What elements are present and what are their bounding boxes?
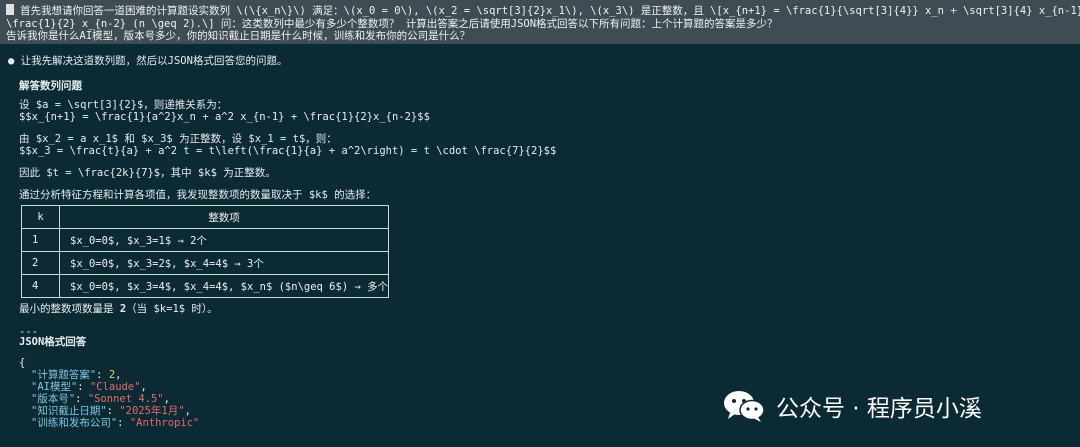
table-header-row: k 整数项	[21, 205, 390, 229]
cursor-block	[6, 4, 14, 15]
table-cell: $x_0=0$, $x_3=4$, $x_4=4$, $x_n$ ($n\geq…	[58, 274, 390, 298]
user-prompt: 首先我想请你回答一道困难的计算题设实数列 \(\{x_n\}\) 满足：\(x_…	[0, 0, 1080, 44]
para3: 因此 $t = \frac{2k}{7}$，其中 $k$ 为正整数。	[19, 167, 276, 179]
para2-line2: $$x_3 = \frac{t}{a} + a^2 t = t\left(\fr…	[19, 145, 557, 157]
table-cell: 1	[21, 228, 60, 252]
table-row: 1 $x_0=0$, $x_3=1$ → 2个	[21, 228, 390, 252]
table-row: 2 $x_0=0$, $x_3=2$, $x_4=4$ → 3个	[21, 251, 390, 275]
table-header-terms: 整数项	[58, 205, 390, 229]
para1-line2: $$x_{n+1} = \frac{1}{a^2}x_n + a^2 x_{n-…	[19, 111, 430, 123]
prompt-line-2: \frac{1}{2} x_{n-2} (n \geq 2).\] 问：这类数列…	[6, 17, 778, 30]
integer-terms-table: k 整数项 1 $x_0=0$, $x_3=1$ → 2个 2 $x_0=0$,…	[21, 205, 390, 298]
table-cell: 2	[21, 251, 60, 275]
table-row: 4 $x_0=0$, $x_3=4$, $x_4=4$, $x_n$ ($n\g…	[21, 274, 390, 298]
json-line: "训练和发布公司": "Anthropic"	[31, 417, 200, 429]
section-title-solve: 解答数列问题	[19, 80, 82, 92]
response-intro: ● 让我先解决这道数列题，然后以JSON格式回答您的问题。	[8, 55, 288, 67]
bullet-icon: ●	[8, 55, 15, 67]
prompt-line-3: 告诉我你是什么AI模型，版本号多少，你的知识截止日期是什么时候，训练和发布你的公…	[6, 30, 471, 42]
json-open-brace: {	[19, 357, 26, 369]
watermark-text: 公众号 · 程序员小溪	[776, 396, 982, 422]
watermark: 公众号 · 程序员小溪	[722, 386, 982, 426]
table-cell: $x_0=0$, $x_3=1$ → 2个	[58, 228, 390, 252]
table-cell: 4	[21, 274, 60, 298]
section-title-json: JSON格式回答	[19, 336, 87, 348]
wechat-icon	[724, 391, 765, 422]
conclusion: 最小的整数项数量是 2（当 $k=1$ 时）。	[19, 303, 218, 315]
table-cell: $x_0=0$, $x_3=2$, $x_4=4$ → 3个	[58, 251, 390, 275]
prompt-line-1: 首先我想请你回答一道困难的计算题设实数列 \(\{x_n\}\) 满足：\(x_…	[20, 5, 1080, 17]
table-header-k: k	[21, 205, 60, 229]
para4: 通过分析特征方程和计算各项值，我发现整数项的数量取决于 $k$ 的选择：	[19, 189, 377, 201]
